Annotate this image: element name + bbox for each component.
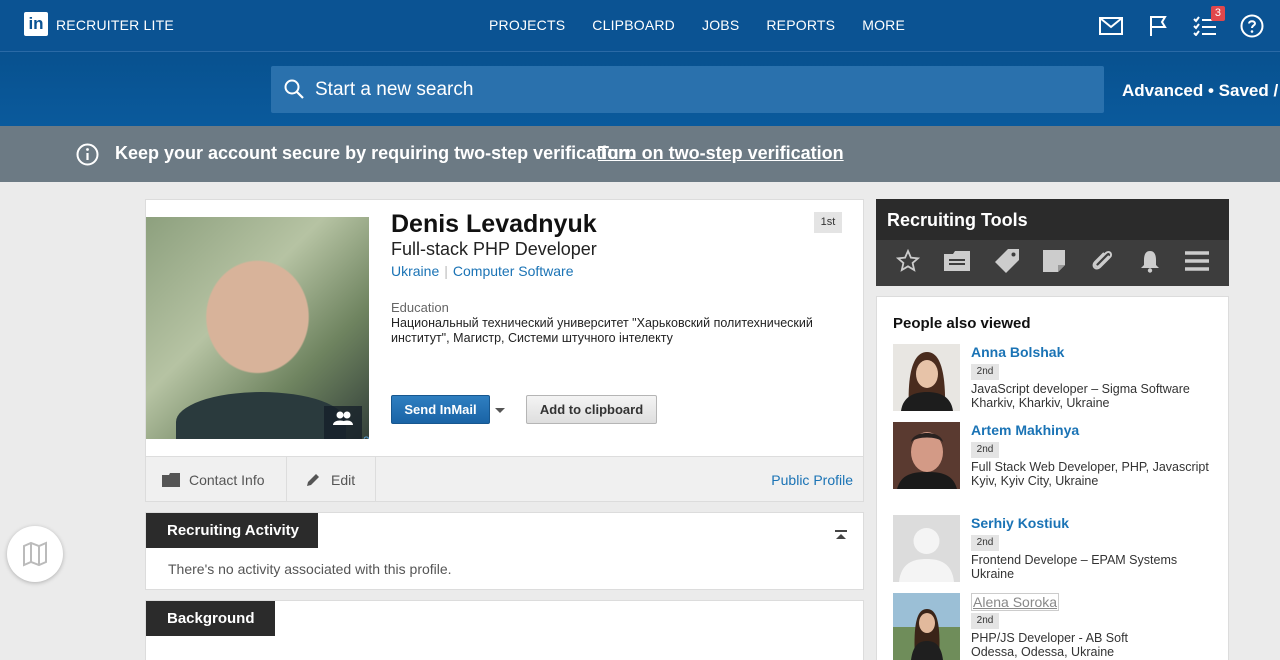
banner-text: Keep your account secure by requiring tw… (115, 143, 635, 163)
top-navigation-bar: in RECRUITER LITE PROJECTS CLIPBOARD JOB… (0, 0, 1280, 52)
profile-location: Ukraine | Computer Software (391, 263, 574, 279)
notification-badge: 3 (1210, 6, 1225, 21)
person-name[interactable]: Serhiy Kostiuk (971, 515, 1069, 531)
contact-card-icon (162, 472, 180, 487)
product-name: RECRUITER LITE (56, 17, 174, 33)
recruiting-tools-title: Recruiting Tools (887, 210, 1028, 230)
education-text: Национальный технический университет "Ха… (391, 316, 813, 345)
tools-icon-row (876, 240, 1229, 286)
edit-button[interactable]: Edit (288, 457, 376, 502)
linkedin-logo[interactable]: in (24, 12, 48, 36)
profile-card: 216 Denis Levadnyuk Full-stack PHP Devel… (145, 199, 864, 502)
star-icon[interactable] (895, 248, 921, 278)
recruiting-activity-card: Recruiting Activity There's no activity … (145, 512, 864, 590)
background-title: Background (146, 601, 275, 636)
advanced-saved-link[interactable]: Advanced • Saved / (1122, 81, 1278, 101)
nav-clipboard[interactable]: CLIPBOARD (592, 17, 675, 33)
degree-badge: 2nd (971, 613, 999, 629)
add-to-clipboard-button[interactable]: Add to clipboard (526, 395, 657, 424)
flag-icon[interactable] (1144, 12, 1172, 40)
send-inmail-button[interactable]: Send InMail (391, 395, 490, 424)
profile-headline: Full-stack PHP Developer (391, 239, 597, 259)
avatar[interactable] (893, 593, 960, 660)
collapse-icon[interactable] (835, 527, 847, 545)
contact-info-label: Contact Info (189, 471, 265, 488)
people-also-viewed-title: People also viewed (893, 315, 1031, 332)
education-label: Education (391, 300, 449, 315)
nav-more[interactable]: MORE (862, 17, 905, 33)
location-link[interactable]: Ukraine (391, 263, 439, 279)
help-icon[interactable] (1238, 12, 1266, 40)
person-name[interactable]: Artem Makhinya (971, 422, 1079, 438)
separator: | (444, 263, 448, 279)
avatar[interactable] (893, 344, 960, 411)
pencil-icon (307, 473, 319, 486)
degree-badge: 1st (814, 212, 842, 233)
nav-projects[interactable]: PROJECTS (489, 17, 565, 33)
person-description: Full Stack Web Developer, PHP, Javascrip… (971, 460, 1209, 488)
person-description: JavaScript developer – Sigma Software Kh… (971, 382, 1190, 410)
degree-badge: 2nd (971, 535, 999, 551)
person-description: Frontend Develope – EPAM Systems Ukraine (971, 553, 1178, 581)
contact-info-button[interactable]: Contact Info (146, 457, 287, 502)
tasks-icon[interactable]: 3 (1191, 6, 1225, 40)
recruiting-tools-panel: Recruiting Tools (876, 199, 1229, 286)
top-icons: 3 (1097, 6, 1266, 40)
degree-badge: 2nd (971, 442, 999, 458)
info-icon (76, 143, 99, 171)
people-also-viewed-panel: People also viewed Anna Bolshak 2nd Java… (876, 296, 1229, 660)
industry-link[interactable]: Computer Software (453, 263, 574, 279)
nav-reports[interactable]: REPORTS (766, 17, 835, 33)
connections-number: 216 (354, 434, 369, 439)
degree-badge: 2nd (971, 364, 999, 380)
photo-shirt (176, 392, 346, 439)
note-icon[interactable] (1043, 249, 1066, 277)
edit-label: Edit (331, 471, 356, 488)
person-description: PHP/JS Developer - AB Soft Odessa, Odess… (971, 631, 1129, 659)
nav-jobs[interactable]: JOBS (702, 17, 739, 33)
menu-icon[interactable] (1184, 250, 1209, 277)
mail-icon[interactable] (1097, 12, 1125, 40)
people-icon (333, 411, 353, 425)
bell-icon[interactable] (1139, 249, 1161, 278)
search-placeholder: Start a new search (315, 79, 474, 100)
profile-photo[interactable]: 216 (146, 217, 369, 439)
main-nav: PROJECTS CLIPBOARD JOBS REPORTS MORE (489, 17, 905, 33)
recruiting-activity-title: Recruiting Activity (146, 513, 318, 548)
avatar[interactable] (893, 515, 960, 582)
search-input[interactable]: Start a new search (271, 66, 1104, 113)
profile-name: Denis Levadnyuk (391, 210, 597, 238)
connections-count[interactable]: 216 (324, 406, 369, 439)
paperclip-icon[interactable] (1089, 248, 1115, 279)
search-icon (284, 79, 304, 104)
profile-footer: Contact Info Edit Public Profile (146, 456, 863, 502)
two-step-link[interactable]: Turn on two-step verification (598, 143, 844, 164)
background-card: Background (145, 600, 864, 660)
map-icon (23, 541, 47, 567)
search-band: Start a new search Advanced • Saved / (0, 52, 1280, 126)
avatar[interactable] (893, 422, 960, 489)
inmail-dropdown-caret[interactable] (495, 408, 505, 413)
tag-icon[interactable] (994, 248, 1020, 279)
folder-icon[interactable] (943, 250, 970, 276)
public-profile-link[interactable]: Public Profile (771, 457, 853, 502)
person-name[interactable]: Anna Bolshak (971, 344, 1064, 360)
activity-message: There's no activity associated with this… (168, 561, 452, 577)
security-banner: Keep your account secure by requiring tw… (0, 126, 1280, 182)
floating-action-button[interactable] (7, 526, 63, 582)
person-name[interactable]: Alena Soroka (971, 593, 1060, 611)
